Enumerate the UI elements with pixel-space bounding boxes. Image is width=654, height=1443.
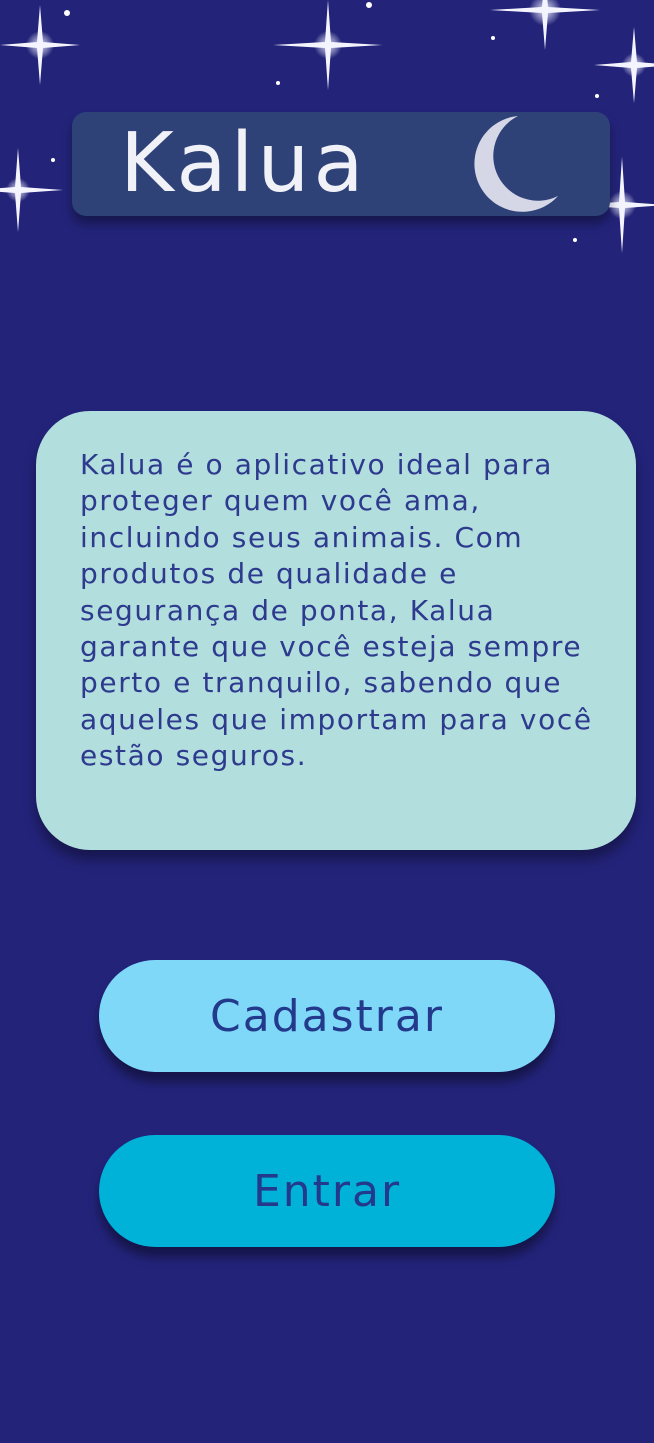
sparkle-star-icon (594, 27, 654, 103)
crescent-moon-icon (474, 116, 558, 212)
register-button[interactable]: Cadastrar (99, 960, 555, 1072)
logo-banner: Kalua (72, 112, 610, 216)
sparkle-star-icon (490, 0, 600, 50)
description-card: Kalua é o aplicativo ideal para proteger… (36, 411, 636, 850)
sparkle-star-icon (273, 0, 383, 90)
app-logo-text: Kalua (120, 116, 368, 211)
app-description: Kalua é o aplicativo ideal para proteger… (80, 448, 593, 773)
login-button[interactable]: Entrar (99, 1135, 555, 1247)
sparkle-star-icon (0, 5, 80, 85)
sparkle-star-icon (0, 148, 63, 232)
